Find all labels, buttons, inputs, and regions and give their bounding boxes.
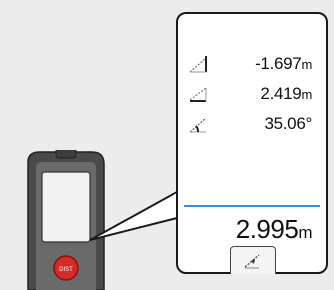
angle-icon bbox=[189, 117, 207, 133]
measurement-illustration: DIST -1.697m 2.419m 35.06° 2.995m bbox=[0, 0, 334, 290]
smart-horizontal-mode-icon bbox=[244, 254, 260, 269]
reading-row-horizontal: 2.419m bbox=[178, 82, 326, 112]
svg-text:DIST: DIST bbox=[59, 267, 73, 273]
display-callout: -1.697m 2.419m 35.06° 2.995m bbox=[176, 12, 328, 274]
display-separator bbox=[184, 205, 320, 207]
mode-selector-tab[interactable] bbox=[230, 246, 276, 274]
callout-pointer bbox=[90, 191, 180, 241]
horizontal-distance-icon bbox=[189, 87, 207, 102]
device-screen bbox=[41, 171, 91, 243]
reading-value: -1.697m bbox=[255, 54, 312, 73]
reading-value: 35.06° bbox=[264, 114, 312, 133]
reading-row-height: -1.697m bbox=[178, 52, 326, 82]
reading-list: -1.697m 2.419m 35.06° bbox=[178, 52, 326, 142]
main-reading: 2.995m bbox=[235, 214, 313, 244]
tilt-height-icon bbox=[189, 56, 207, 73]
reading-value: 2.419m bbox=[260, 84, 312, 103]
reading-row-angle: 35.06° bbox=[178, 112, 326, 142]
